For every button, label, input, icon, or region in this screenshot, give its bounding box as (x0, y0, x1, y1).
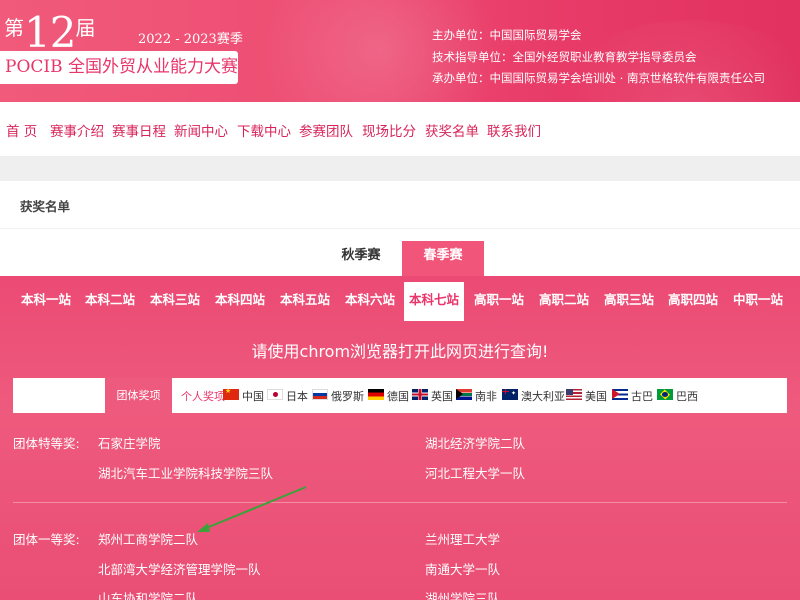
individual-awards-label: 个人奖项: (181, 390, 229, 403)
winner-team: 湖州学院三队 (425, 591, 501, 600)
cu-flag-icon (612, 389, 628, 400)
country-name: 德国 (387, 390, 409, 403)
award-category-first: 团体一等奖: (13, 532, 80, 547)
nav-downloads[interactable]: 下载中心 (237, 120, 291, 140)
station-tab-voc2[interactable]: 高职二站 (536, 282, 592, 321)
country-name: 南非 (475, 390, 497, 403)
separator-band (0, 156, 800, 181)
tab-autumn[interactable]: 秋季赛 (320, 241, 402, 276)
winner-team: 湖北经济学院二队 (425, 436, 526, 451)
station-tab-ug4[interactable]: 本科四站 (212, 282, 268, 321)
organizer-host: 主办单位：中国国际贸易学会 (432, 28, 582, 42)
main-nav: 首 页 赛事介绍 赛事日程 新闻中心 下载中心 参赛团队 现场比分 获奖名单 联… (0, 102, 800, 156)
nav-home[interactable]: 首 页 (6, 120, 37, 140)
au-flag-icon (502, 389, 518, 400)
station-tab-ug2[interactable]: 本科二站 (82, 282, 138, 321)
award-category-special: 团体特等奖: (13, 436, 80, 451)
nav-live-scores[interactable]: 现场比分 (362, 120, 416, 140)
edition-number: 12 (24, 8, 76, 57)
nav-schedule[interactable]: 赛事日程 (112, 120, 166, 140)
br-flag-icon (657, 389, 673, 400)
us-flag-icon (566, 389, 582, 400)
season-tabs: 秋季赛 春季赛 (0, 229, 800, 276)
winner-team: 兰州理工大学 (425, 532, 501, 547)
ru-flag-icon (312, 389, 328, 400)
results-panel: 本科一站 本科二站 本科三站 本科四站 本科五站 本科六站 本科七站 高职一站 … (0, 276, 800, 600)
nav-intro[interactable]: 赛事介绍 (50, 120, 104, 140)
edition-badge: 第12届 (4, 8, 95, 57)
winner-team: 湖北汽车工业学院科技学院三队 (98, 466, 274, 481)
country-name: 古巴 (631, 390, 653, 403)
winner-team: 石家庄学院 (98, 436, 161, 451)
country-name: 中国 (242, 390, 264, 403)
season-label: 2022 - 2023赛季 (138, 32, 243, 47)
station-tab-ug3[interactable]: 本科三站 (147, 282, 203, 321)
team-awards-tab[interactable]: 团体奖项 (105, 378, 172, 413)
winner-team: 南通大学一队 (425, 562, 501, 577)
winner-team: 北部湾大学经济管理学院一队 (98, 562, 261, 577)
organizer-undertaker: 承办单位：中国国际贸易学会培训处 · 南京世格软件有限责任公司 (432, 71, 765, 85)
station-tab-voc4[interactable]: 高职四站 (665, 282, 721, 321)
station-tabs: 本科一站 本科二站 本科三站 本科四站 本科五站 本科六站 本科七站 高职一站 … (0, 276, 800, 321)
station-tab-ug5[interactable]: 本科五站 (277, 282, 333, 321)
station-tab-ug6[interactable]: 本科六站 (342, 282, 398, 321)
edition-suffix: 届 (75, 16, 96, 40)
award-divider (13, 502, 787, 503)
country-name: 巴西 (676, 390, 698, 403)
station-tab-voc3[interactable]: 高职三站 (601, 282, 657, 321)
header-banner: 第12届 2022 - 2023赛季 POCIB 全国外贸从业能力大赛 主办单位… (0, 0, 800, 102)
country-name: 英国 (431, 390, 453, 403)
competition-title: POCIB 全国外贸从业能力大赛 (0, 51, 238, 84)
edition-prefix: 第 (4, 16, 24, 40)
winner-team: 郑州工商学院二队 (98, 532, 199, 547)
nav-news[interactable]: 新闻中心 (174, 120, 228, 140)
winner-team: 山东协和学院二队 (98, 591, 199, 600)
breadcrumb: 获奖名单 (0, 181, 800, 229)
nav-contact[interactable]: 联系我们 (487, 120, 541, 140)
station-tab-ug1[interactable]: 本科一站 (18, 282, 74, 321)
country-name: 日本 (286, 390, 308, 403)
de-flag-icon (368, 389, 384, 400)
tab-spring[interactable]: 春季赛 (402, 241, 484, 276)
award-filter-bar: 团体奖项 个人奖项: 中国 日本 俄罗斯 德国 英国 南非 澳大利亚 (13, 378, 787, 413)
country-name: 美国 (585, 390, 607, 403)
za-flag-icon (456, 389, 472, 400)
winner-team: 河北工程大学一队 (425, 466, 526, 481)
jp-flag-icon (267, 389, 283, 400)
cn-flag-icon (223, 389, 239, 400)
station-tab-voc1[interactable]: 高职一站 (471, 282, 527, 321)
nav-teams[interactable]: 参赛团队 (299, 120, 353, 140)
nav-winners[interactable]: 获奖名单 (425, 120, 479, 140)
page-title: 获奖名单 (20, 199, 71, 214)
browser-notice: 请使用chrom浏览器打开此网页进行查询! (251, 342, 549, 361)
station-tab-ug7[interactable]: 本科七站 (404, 282, 464, 321)
country-name: 俄罗斯 (331, 390, 364, 403)
station-tab-sec1[interactable]: 中职一站 (730, 282, 786, 321)
organizer-technical: 技术指导单位：全国外经贸职业教育教学指导委员会 (432, 50, 697, 64)
country-name: 澳大利亚 (521, 390, 565, 403)
gb-flag-icon (412, 389, 428, 400)
